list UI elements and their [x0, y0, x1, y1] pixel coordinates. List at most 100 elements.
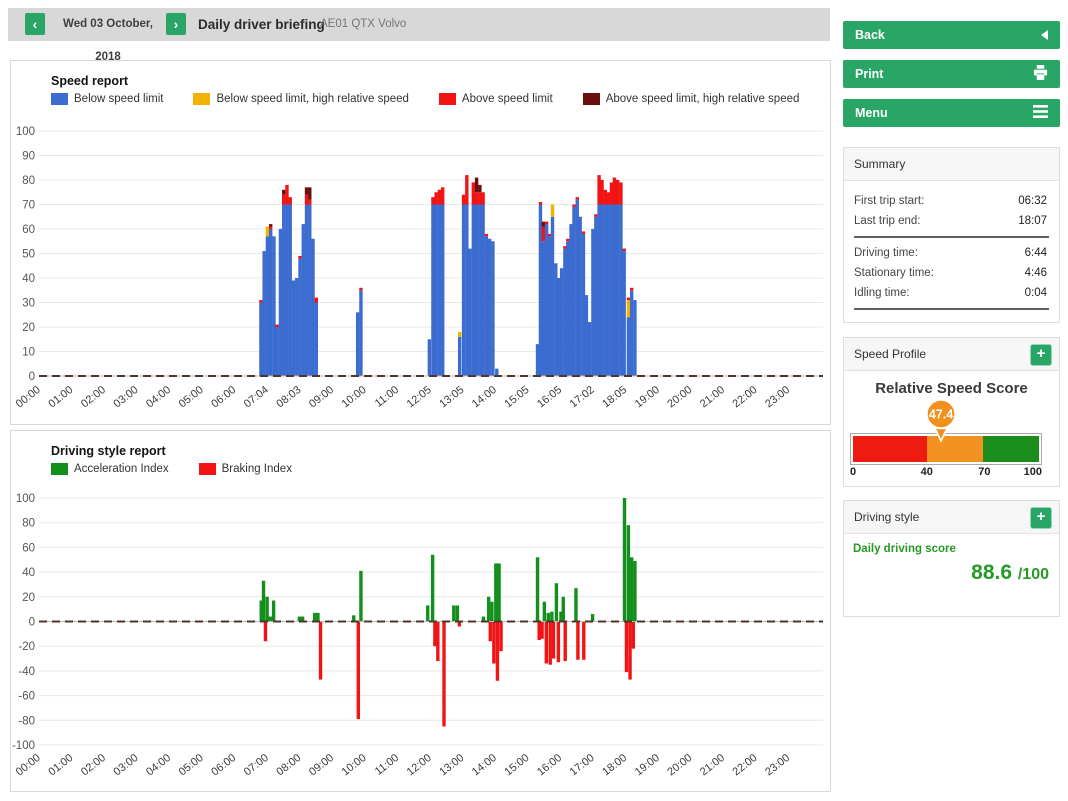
driving-style-add-button[interactable]: +	[1030, 507, 1052, 529]
summary-row-value: 4:46	[1025, 267, 1047, 279]
svg-text:02:00: 02:00	[79, 384, 108, 410]
speed-report-panel: Speed report Below speed limit Below spe…	[10, 60, 831, 425]
svg-text:09:00: 09:00	[307, 384, 336, 410]
date-label: Wed 03 October, 2018	[52, 8, 164, 41]
driving-style-chart: -100-80-60-40-2002040608010000:0001:0002…	[11, 431, 828, 789]
driving-style-title: Driving style	[854, 510, 919, 524]
svg-text:00:00: 00:00	[14, 752, 43, 778]
svg-text:17:02: 17:02	[568, 384, 597, 410]
svg-text:18:05: 18:05	[600, 384, 629, 410]
print-button[interactable]: Print	[843, 60, 1060, 88]
svg-text:11:00: 11:00	[373, 752, 401, 778]
svg-text:10:00: 10:00	[340, 384, 369, 410]
daily-driving-score-label: Daily driving score	[853, 543, 956, 555]
svg-text:12:05: 12:05	[405, 384, 434, 410]
score-value: 47.4	[929, 408, 953, 422]
svg-text:17:00: 17:00	[568, 752, 597, 778]
svg-text:10: 10	[22, 347, 35, 359]
chevron-right-icon: ›	[174, 16, 179, 32]
speed-chart: 010203040506070809010000:0001:0002:0003:…	[11, 61, 828, 422]
svg-text:08:00: 08:00	[274, 752, 303, 778]
gauge-tick-label: 70	[978, 466, 990, 478]
summary-row-label: Stationary time:	[854, 267, 934, 279]
gauge-tick-label: 100	[1024, 466, 1042, 478]
vehicle-label: AE01 QTX Volvo	[320, 8, 406, 41]
svg-text:04:00: 04:00	[144, 752, 173, 778]
svg-text:03:00: 03:00	[112, 384, 141, 410]
speed-profile-panel: Speed Profile + Relative Speed Score 47.…	[843, 337, 1060, 487]
summary-title: Summary	[854, 157, 905, 171]
svg-text:01:00: 01:00	[46, 752, 75, 778]
summary-row: First trip start: 06:32	[854, 191, 1049, 211]
svg-text:-100: -100	[12, 740, 35, 752]
svg-text:19:00: 19:00	[633, 384, 662, 410]
summary-row: Idling time: 0:04	[854, 283, 1049, 303]
summary-row-label: Last trip end:	[854, 215, 920, 227]
summary-row-label: Driving time:	[854, 247, 918, 259]
svg-text:90: 90	[22, 151, 35, 163]
svg-text:70: 70	[22, 200, 35, 212]
svg-text:20:00: 20:00	[665, 384, 694, 410]
svg-text:-40: -40	[18, 666, 35, 678]
header-strip: ‹ Wed 03 October, 2018 › Daily driver br…	[8, 8, 830, 41]
svg-text:07:00: 07:00	[242, 752, 271, 778]
menu-button[interactable]: Menu	[843, 99, 1060, 127]
svg-text:14:00: 14:00	[470, 384, 499, 410]
svg-text:00:00: 00:00	[14, 384, 43, 410]
svg-text:60: 60	[22, 224, 35, 236]
svg-text:100: 100	[16, 493, 35, 505]
svg-text:40: 40	[22, 273, 35, 285]
svg-text:23:00: 23:00	[763, 384, 792, 410]
svg-text:20:00: 20:00	[665, 752, 694, 778]
svg-text:23:00: 23:00	[763, 752, 792, 778]
score-marker-balloon: 47.4	[923, 398, 959, 446]
summary-row: Stationary time: 4:46	[854, 263, 1049, 283]
summary-row-label: First trip start:	[854, 195, 924, 207]
summary-divider	[854, 236, 1049, 238]
summary-row-label: Idling time:	[854, 287, 910, 299]
speed-profile-panel-header: Speed Profile +	[844, 338, 1059, 371]
svg-text:22:00: 22:00	[731, 752, 760, 778]
svg-text:21:00: 21:00	[698, 752, 727, 778]
svg-text:21:00: 21:00	[698, 384, 727, 410]
summary-divider	[854, 308, 1049, 310]
svg-text:06:00: 06:00	[209, 384, 238, 410]
print-button-label: Print	[855, 67, 883, 81]
svg-text:02:00: 02:00	[79, 752, 108, 778]
summary-row: Driving time: 6:44	[854, 243, 1049, 263]
svg-text:20: 20	[22, 322, 35, 334]
daily-driving-score-value: 88.6 /100	[971, 561, 1049, 585]
gauge-segment	[983, 436, 1039, 462]
back-arrow-icon	[1041, 30, 1048, 40]
svg-text:16:05: 16:05	[535, 384, 564, 410]
svg-text:60: 60	[22, 542, 35, 554]
back-button[interactable]: Back	[843, 21, 1060, 49]
svg-text:06:00: 06:00	[209, 752, 238, 778]
svg-text:07:04: 07:04	[242, 384, 271, 410]
score-number: 88.6	[971, 561, 1012, 584]
svg-text:80: 80	[22, 175, 35, 187]
menu-button-label: Menu	[855, 106, 888, 120]
relative-speed-score-title: Relative Speed Score	[844, 380, 1059, 397]
svg-text:22:00: 22:00	[731, 384, 760, 410]
svg-text:19:00: 19:00	[633, 752, 662, 778]
svg-text:15:00: 15:00	[502, 752, 531, 778]
page-title: Daily driver briefing	[198, 8, 325, 41]
summary-row-value: 06:32	[1018, 195, 1047, 207]
driving-style-report-panel: Driving style report Acceleration Index …	[10, 430, 831, 792]
summary-panel-header: Summary	[844, 148, 1059, 181]
prev-day-button[interactable]: ‹	[25, 13, 45, 35]
svg-text:13:00: 13:00	[437, 752, 466, 778]
gauge-tick-labels: 04070100	[850, 466, 1042, 480]
speed-profile-add-button[interactable]: +	[1030, 344, 1052, 366]
svg-text:16:00: 16:00	[535, 752, 564, 778]
svg-text:05:00: 05:00	[177, 384, 206, 410]
next-day-button[interactable]: ›	[166, 13, 186, 35]
svg-text:01:00: 01:00	[46, 384, 75, 410]
driving-style-panel: Driving style + Daily driving score 88.6…	[843, 500, 1060, 617]
summary-rows: First trip start: 06:32Last trip end: 18…	[844, 181, 1059, 310]
chevron-left-icon: ‹	[33, 16, 38, 32]
summary-row-value: 0:04	[1025, 287, 1047, 299]
svg-text:-80: -80	[18, 715, 35, 727]
svg-text:03:00: 03:00	[112, 752, 141, 778]
